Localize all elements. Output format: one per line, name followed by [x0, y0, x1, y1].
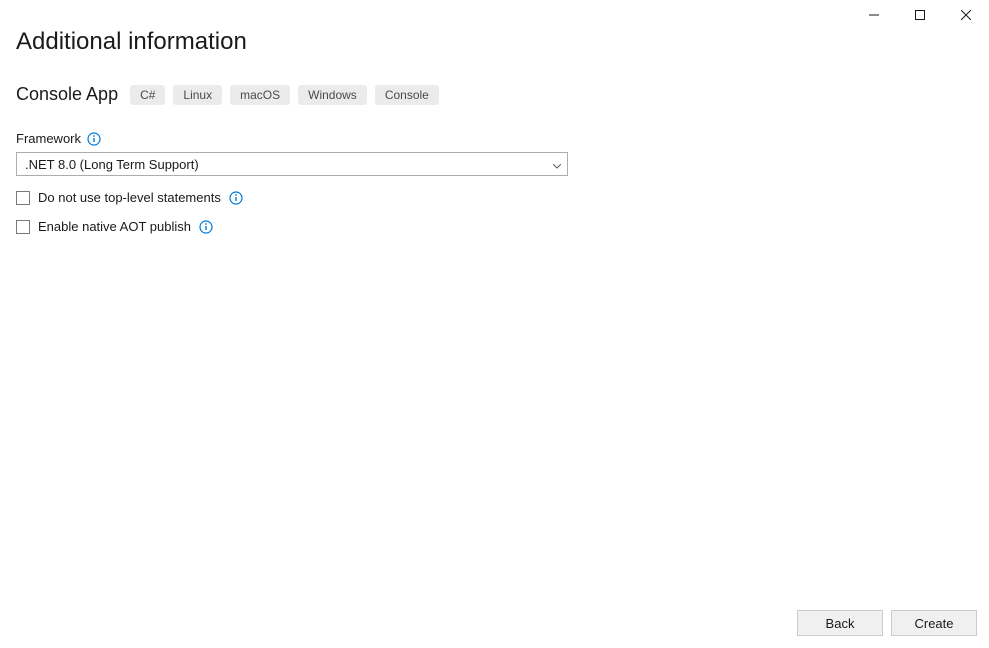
framework-info-icon[interactable] — [87, 132, 101, 146]
tag-console: Console — [375, 85, 439, 105]
close-icon — [961, 10, 971, 20]
native-aot-info-icon[interactable] — [199, 220, 213, 234]
minimize-icon — [869, 10, 879, 20]
window-controls — [851, 0, 989, 30]
close-button[interactable] — [943, 0, 989, 30]
top-level-statements-checkbox[interactable] — [16, 191, 30, 205]
top-level-statements-option: Do not use top-level statements — [16, 190, 973, 205]
minimize-button[interactable] — [851, 0, 897, 30]
tag-windows: Windows — [298, 85, 367, 105]
framework-label: Framework — [16, 131, 81, 146]
framework-field: Framework .NET 8.0 (Long Term Support) — [16, 131, 973, 176]
page-title: Additional information — [16, 28, 973, 56]
footer-buttons: Back Create — [797, 610, 977, 636]
chevron-down-icon — [553, 157, 561, 172]
top-level-statements-info-icon[interactable] — [229, 191, 243, 205]
native-aot-checkbox[interactable] — [16, 220, 30, 234]
info-icon — [87, 132, 101, 146]
tag-linux: Linux — [173, 85, 222, 105]
framework-dropdown[interactable]: .NET 8.0 (Long Term Support) — [16, 152, 568, 176]
framework-selected-value: .NET 8.0 (Long Term Support) — [25, 157, 199, 172]
info-icon — [229, 191, 243, 205]
tag-csharp: C# — [130, 85, 165, 105]
maximize-button[interactable] — [897, 0, 943, 30]
maximize-icon — [915, 10, 925, 20]
subtitle-row: Console App C# Linux macOS Windows Conso… — [16, 84, 973, 105]
native-aot-label: Enable native AOT publish — [38, 219, 191, 234]
back-button[interactable]: Back — [797, 610, 883, 636]
info-icon — [199, 220, 213, 234]
tags-container: C# Linux macOS Windows Console — [130, 85, 439, 105]
top-level-statements-label: Do not use top-level statements — [38, 190, 221, 205]
project-type-subtitle: Console App — [16, 84, 118, 105]
native-aot-option: Enable native AOT publish — [16, 219, 973, 234]
create-button[interactable]: Create — [891, 610, 977, 636]
tag-macos: macOS — [230, 85, 290, 105]
